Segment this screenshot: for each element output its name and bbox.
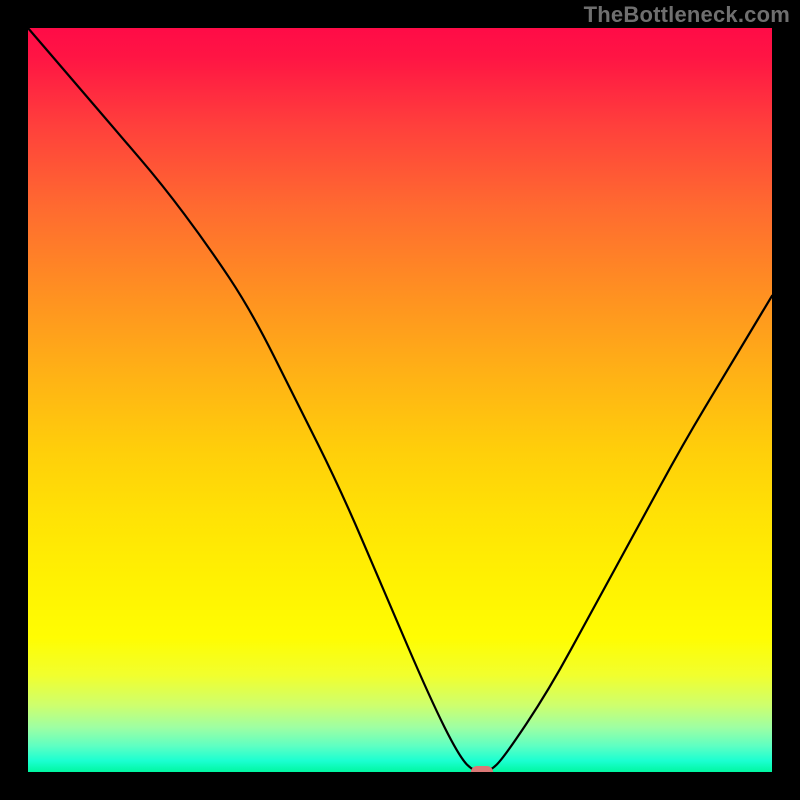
plot-area <box>28 28 772 772</box>
optimum-marker <box>471 766 493 772</box>
bottleneck-curve <box>28 28 772 772</box>
curve-path <box>28 28 772 772</box>
watermark-text: TheBottleneck.com <box>584 2 790 28</box>
chart-frame: TheBottleneck.com <box>0 0 800 800</box>
